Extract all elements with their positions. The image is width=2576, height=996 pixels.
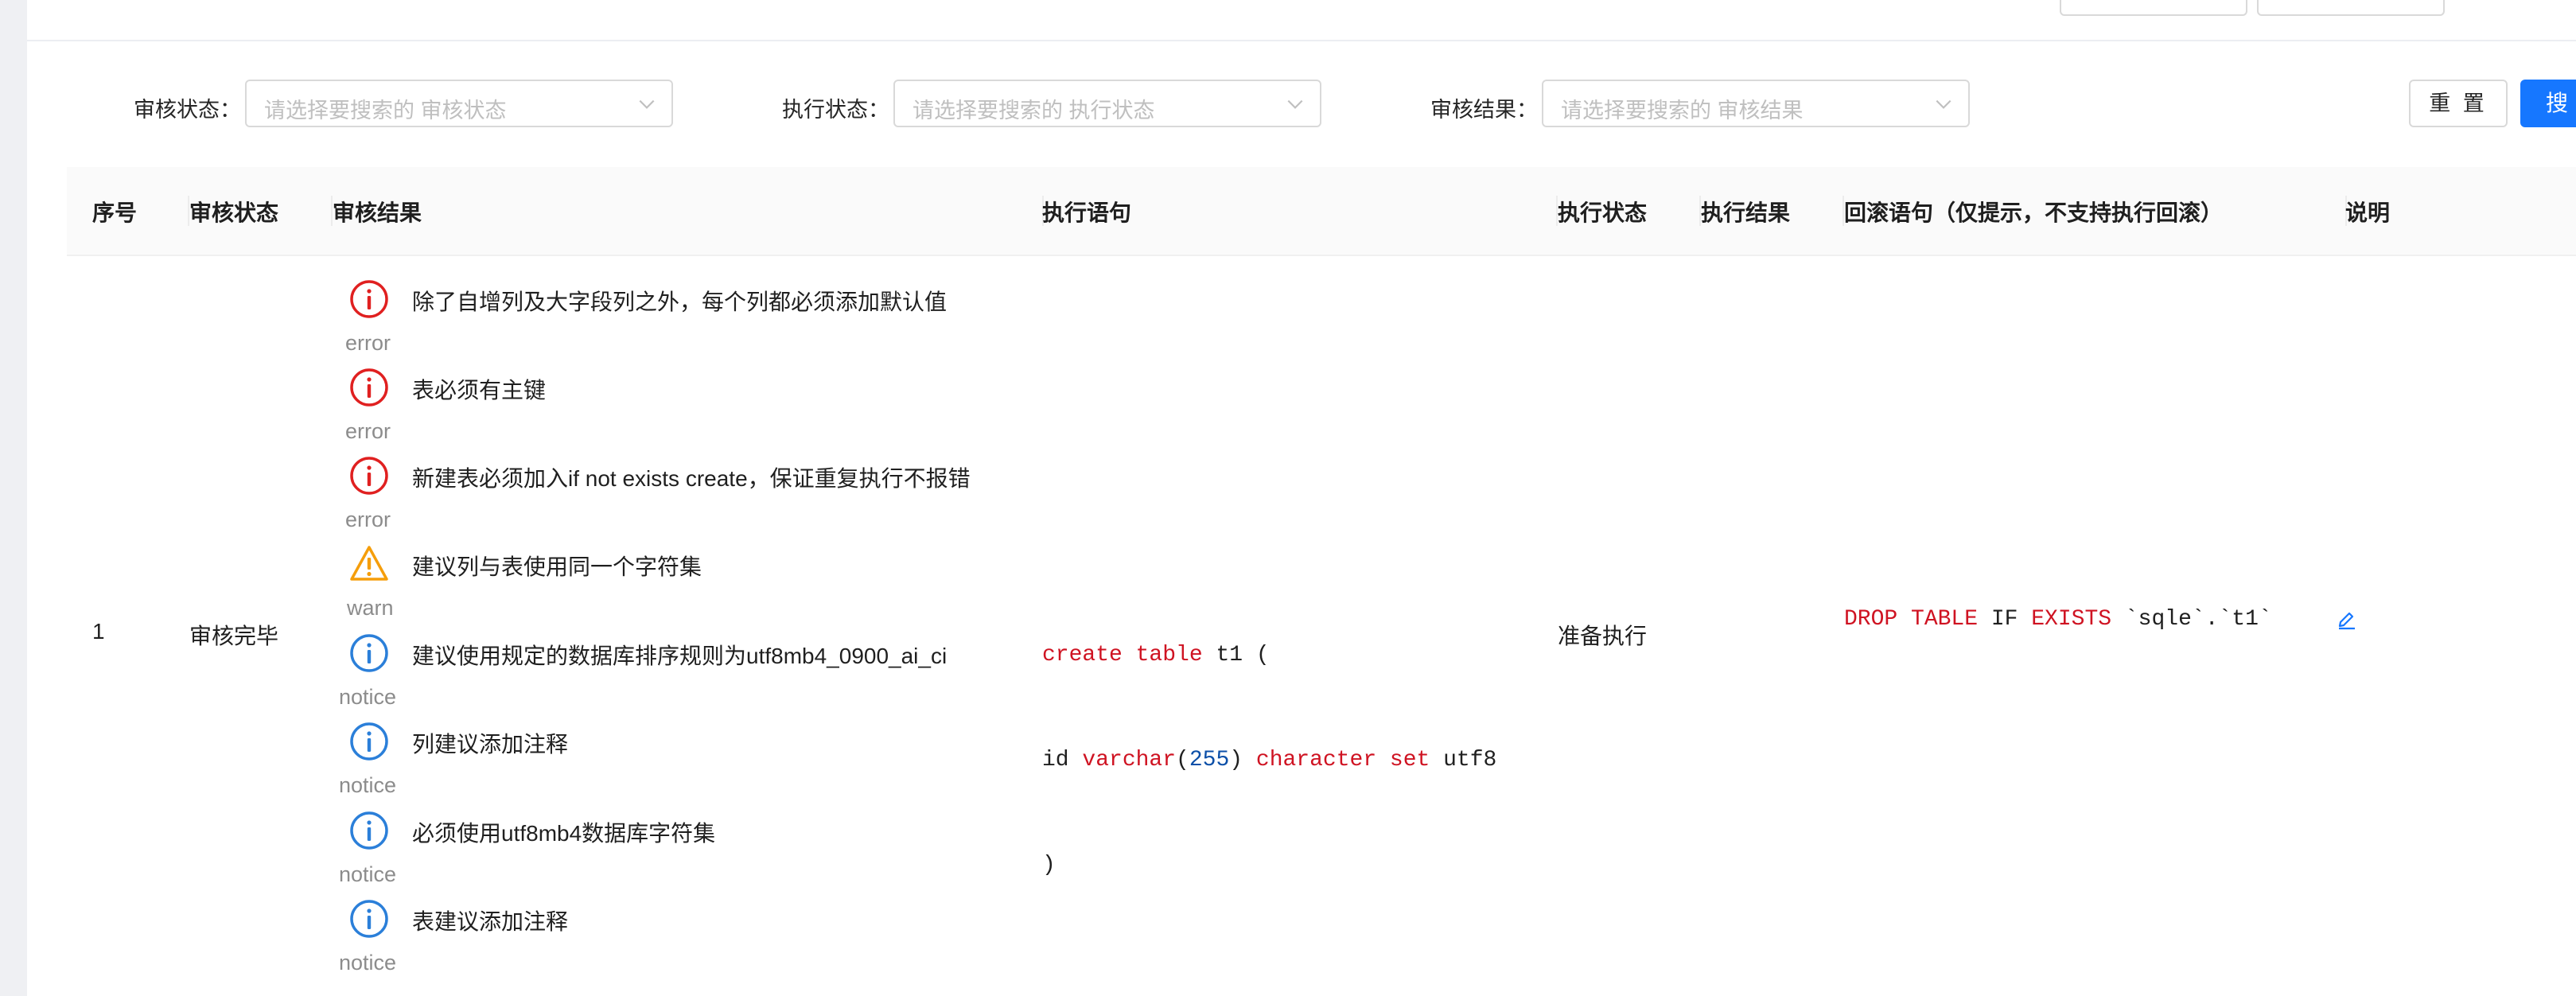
- row-index: 1: [92, 619, 105, 644]
- exec-status-select[interactable]: 请选择要搜索的 执行状态: [893, 80, 1321, 127]
- audit-result-level: notice: [339, 951, 397, 975]
- col-header-exec-result: 执行结果: [1701, 200, 1791, 225]
- audit-result-label: 审核结果：: [1430, 98, 1538, 122]
- chevron-down-icon: [1936, 99, 1951, 109]
- chevron-down-icon: [639, 99, 655, 109]
- filter-bar: 审核状态： 请选择要搜索的 审核状态 执行状态： 请选择要搜索的 执行状态 审核…: [27, 80, 2576, 130]
- sql-text: IF: [1978, 607, 2032, 632]
- reset-button[interactable]: 重 置: [2409, 80, 2508, 127]
- sql-text: utf8: [1430, 748, 1497, 772]
- audit-result-level: error: [345, 508, 391, 531]
- audit-result-level: error: [345, 331, 391, 355]
- edit-icon[interactable]: [2336, 608, 2358, 630]
- header-button-2[interactable]: [2257, 0, 2445, 16]
- sql-keyword: varchar: [1082, 748, 1177, 772]
- audit-result-message: 必须使用utf8mb4数据库字符集: [412, 821, 716, 846]
- exec-status-placeholder: 请选择要搜索的 执行状态: [912, 99, 1155, 123]
- row-exec-status: 准备执行: [1558, 624, 1648, 648]
- sql-text: ): [1229, 748, 1256, 772]
- sql-text: id: [1042, 748, 1083, 772]
- audit-result-select[interactable]: 请选择要搜索的 审核结果: [1542, 80, 1970, 127]
- audit-status-select[interactable]: 请选择要搜索的 审核状态: [245, 80, 673, 127]
- sql-text: (: [1176, 748, 1189, 772]
- info-circle-icon: [350, 634, 388, 672]
- audit-result-message: 建议列与表使用同一个字符集: [412, 554, 702, 579]
- audit-result-message: 表建议添加注释: [412, 909, 569, 934]
- sql-keyword: character set: [1255, 748, 1430, 772]
- audit-status-placeholder: 请选择要搜索的 审核状态: [264, 99, 507, 123]
- col-header-audit-result: 审核结果: [333, 200, 422, 225]
- info-circle-icon: [350, 722, 388, 761]
- sql-line: create table t1 (: [1042, 638, 1496, 673]
- table-header: 序号 审核状态 审核结果 执行语句 执行状态 执行结果 回滚语句（仅提示，不支持…: [67, 167, 2576, 256]
- audit-result-message: 列建议添加注释: [412, 732, 569, 757]
- col-header-note: 说明: [2345, 200, 2391, 225]
- exec-sql-code: create table t1 ( id varchar(255) charac…: [1042, 568, 1496, 953]
- row-audit-status: 审核完毕: [189, 624, 279, 648]
- top-header: [27, 0, 2576, 41]
- audit-result-level: notice: [339, 685, 397, 709]
- col-header-rollback-sql: 回滚语句（仅提示，不支持执行回滚）: [1844, 200, 2224, 225]
- sql-keyword: DROP TABLE: [1844, 607, 1979, 632]
- audit-status-label: 审核状态：: [134, 98, 241, 122]
- rollback-sql-code: DROP TABLE IF EXISTS `sqle`.`t1`: [1844, 602, 2272, 637]
- sql-line: id varchar(255) character set utf8: [1042, 743, 1496, 778]
- sidebar: [0, 0, 27, 996]
- audit-result-level: warn: [347, 596, 394, 620]
- audit-result-level: notice: [339, 862, 397, 886]
- exec-status-label: 执行状态：: [782, 98, 889, 122]
- col-header-audit-status: 审核状态: [189, 200, 279, 225]
- sql-text: `sqle`.`t1`: [2111, 607, 2272, 632]
- col-header-index: 序号: [92, 200, 138, 225]
- main-content: 审核状态： 请选择要搜索的 审核状态 执行状态： 请选择要搜索的 执行状态 审核…: [27, 0, 2576, 996]
- audit-result-level: error: [345, 419, 391, 443]
- error-circle-icon: [350, 280, 388, 318]
- error-circle-icon: [350, 457, 388, 495]
- sql-line: ): [1042, 853, 1056, 877]
- audit-result-message: 建议使用规定的数据库排序规则为utf8mb4_0900_ai_ci: [412, 644, 948, 668]
- sql-text: t1 (: [1202, 643, 1270, 667]
- col-header-exec-status: 执行状态: [1558, 200, 1648, 225]
- audit-result-placeholder: 请选择要搜索的 审核结果: [1561, 99, 1804, 123]
- audit-result-level: notice: [339, 773, 397, 797]
- sql-number: 255: [1189, 748, 1230, 772]
- info-circle-icon: [350, 811, 388, 850]
- search-button[interactable]: 搜: [2520, 80, 2576, 127]
- error-circle-icon: [350, 368, 388, 407]
- info-circle-icon: [350, 900, 388, 938]
- chevron-down-icon: [1287, 99, 1303, 109]
- sql-keyword: create table: [1042, 643, 1203, 667]
- col-header-exec-sql: 执行语句: [1042, 200, 1132, 225]
- warning-triangle-icon: [350, 546, 388, 581]
- audit-result-message: 新建表必须加入if not exists create，保证重复执行不报错: [412, 466, 971, 491]
- header-button-1[interactable]: [2060, 0, 2247, 16]
- audit-result-message: 除了自增列及大字段列之外，每个列都必须添加默认值: [412, 290, 948, 314]
- audit-result-message: 表必须有主键: [412, 378, 547, 403]
- sql-keyword: EXISTS: [2031, 607, 2112, 632]
